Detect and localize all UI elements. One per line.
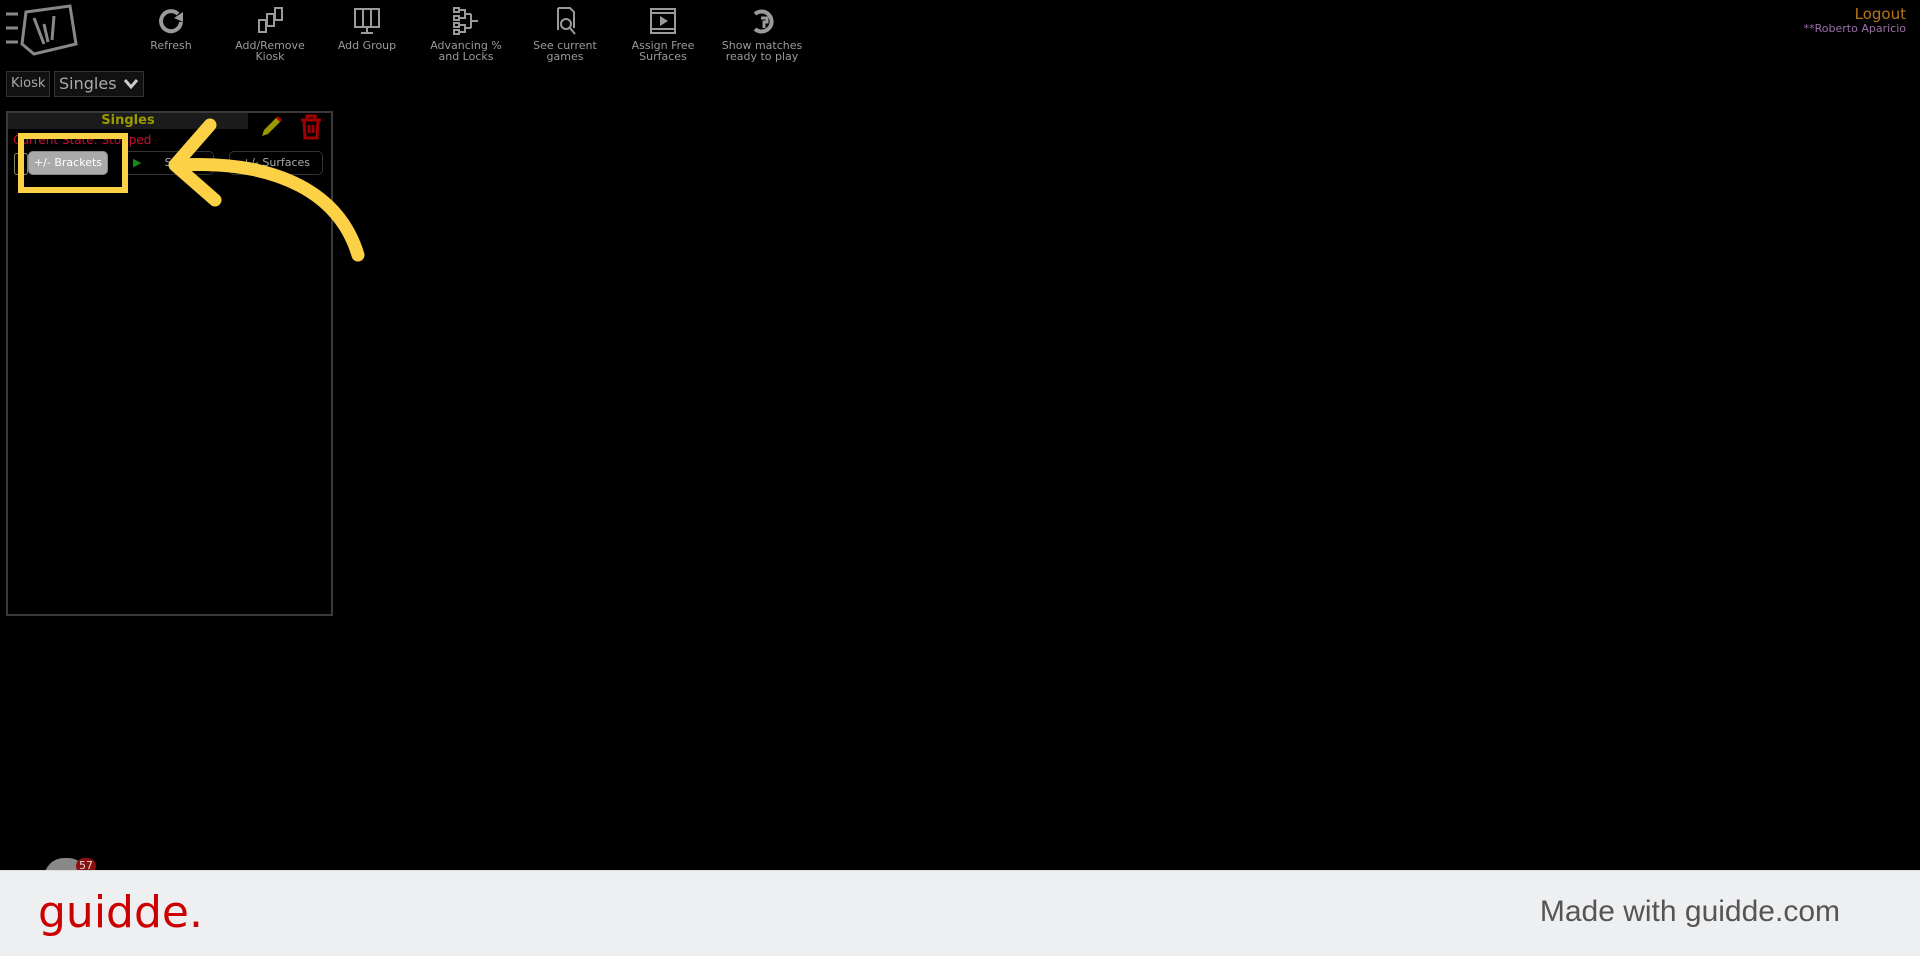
guidde-logo: guidde. xyxy=(38,887,203,938)
bracket-icon xyxy=(453,7,478,35)
add-group-label: Add Group xyxy=(337,39,397,52)
user-name: **Roberto Aparicio xyxy=(1803,22,1906,35)
kiosk-label: Kiosk xyxy=(6,71,51,97)
add-group-button[interactable]: Add Group xyxy=(317,6,417,51)
ready-icon xyxy=(753,9,774,34)
app-logo[interactable] xyxy=(4,4,80,60)
see-current-games-button[interactable]: See current games xyxy=(515,6,615,62)
assign-free-surfaces-button[interactable]: Assign Free Surfaces xyxy=(613,6,713,62)
see-current-games-label: See current games xyxy=(533,39,597,63)
footer-tagline: Made with guidde.com xyxy=(1539,895,1840,928)
advancing-locks-label: Advancing % and Locks xyxy=(430,39,502,63)
advancing-locks-button[interactable]: Advancing % and Locks xyxy=(416,6,516,62)
highlight-box xyxy=(18,133,128,193)
assign-free-surfaces-label: Assign Free Surfaces xyxy=(631,39,695,63)
refresh-button[interactable]: Refresh xyxy=(121,6,221,51)
refresh-label: Refresh xyxy=(150,39,192,52)
add-remove-kiosk-button[interactable]: Add/Remove Kiosk xyxy=(220,6,320,62)
play-icon: ▶ xyxy=(133,156,142,169)
chevron-down-icon xyxy=(123,79,138,90)
show-matches-button[interactable]: Show matches ready to play xyxy=(712,6,812,62)
kiosk-selected: Singles xyxy=(59,74,117,93)
add-remove-kiosk-label: Add/Remove Kiosk xyxy=(235,39,305,63)
logout-link[interactable]: Logout xyxy=(1855,5,1906,23)
refresh-icon xyxy=(159,9,183,34)
search-document-icon xyxy=(557,7,576,35)
pointer-arrow-icon xyxy=(168,118,365,262)
show-matches-label: Show matches ready to play xyxy=(721,39,803,63)
kiosk-select[interactable]: Singles xyxy=(54,71,144,97)
footer: guidde. Made with guidde.com xyxy=(0,870,1920,956)
kiosk-icon xyxy=(258,7,283,33)
film-icon xyxy=(650,8,676,34)
group-icon xyxy=(354,8,380,34)
